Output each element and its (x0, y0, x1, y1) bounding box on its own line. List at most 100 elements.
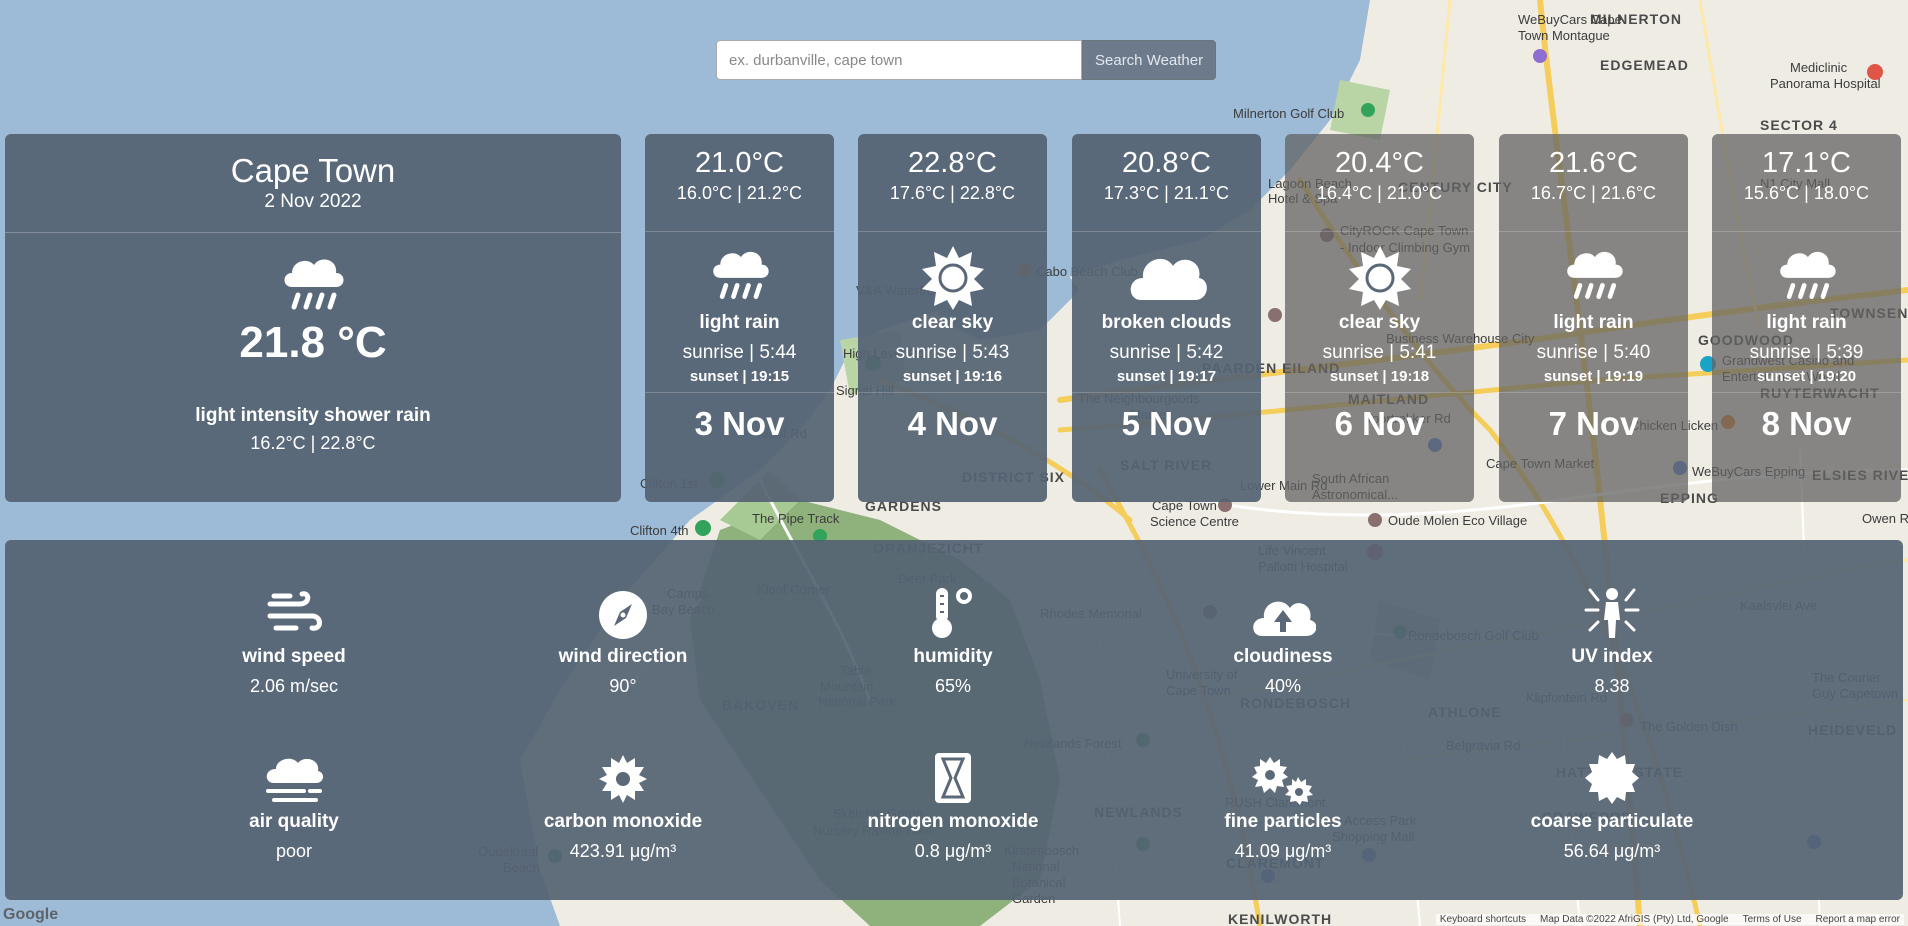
terms-of-use-link[interactable]: Terms of Use (1743, 914, 1802, 925)
stat-value: 56.64 μg/m³ (1563, 841, 1661, 861)
google-logo: Google (3, 906, 59, 923)
svg-text:The Pipe Track: The Pipe Track (752, 511, 840, 526)
svg-text:WeBuyCars Cape: WeBuyCars Cape (1518, 12, 1622, 27)
stat-value: 41.09 μg/m³ (1234, 841, 1332, 861)
forecast-temp: 20.4°C (1335, 147, 1424, 179)
stat-value: 40% (1264, 676, 1302, 696)
rain-cloud-icon (5, 251, 621, 317)
forecast-description: clear sky (1338, 312, 1421, 333)
svg-text:SECTOR 4: SECTOR 4 (1760, 117, 1838, 133)
report-map-error-link[interactable]: Report a map error (1816, 914, 1900, 925)
current-header: Cape Town 2 Nov 2022 (5, 134, 621, 233)
rain-cloud-icon (1499, 244, 1688, 306)
city-name: Cape Town (230, 152, 396, 189)
stat-value: 423.91 μg/m³ (569, 841, 677, 861)
forecast-day: 7 Nov (1548, 405, 1639, 442)
sun-icon (858, 244, 1047, 310)
forecast-description: light rain (1766, 312, 1847, 333)
current-temp-range: 16.2°C | 22.8°C (250, 433, 376, 453)
stat-label: cloudiness (1233, 646, 1333, 667)
svg-text:Clifton 4th: Clifton 4th (630, 523, 689, 538)
forecast-sunset: sunset | 19:20 (1712, 366, 1901, 393)
forecast-description: broken clouds (1101, 312, 1232, 333)
stat-uv-index: UV index 8.38 (1492, 582, 1732, 697)
stat-label: wind direction (558, 646, 688, 667)
gears-icon (1163, 747, 1403, 805)
forecast-range: 15.6°C | 18.0°C (1712, 180, 1901, 232)
stat-value: 0.8 μg/m³ (914, 841, 992, 861)
forecast-temp: 17.1°C (1762, 147, 1851, 179)
stat-label: fine particles (1224, 811, 1342, 832)
hourglass-icon (833, 747, 1073, 805)
forecast-sunrise: sunrise | 5:43 (895, 342, 1010, 363)
person-sun-icon (1492, 582, 1732, 640)
svg-text:Science Centre: Science Centre (1150, 514, 1239, 529)
svg-text:EDGEMEAD: EDGEMEAD (1600, 57, 1689, 73)
forecast-card: 20.4°C 16.4°C | 21.0°C clear sky sunrise | … (1285, 134, 1474, 502)
haze-cloud-icon (174, 747, 414, 805)
rain-cloud-icon (645, 244, 834, 306)
svg-text:Town Montague: Town Montague (1518, 28, 1610, 43)
sun-icon (1285, 244, 1474, 310)
forecast-day: 5 Nov (1121, 405, 1212, 442)
stat-label: wind speed (242, 646, 346, 667)
stat-label: air quality (249, 811, 339, 832)
forecast-card: 21.6°C 16.7°C | 21.6°C light rain sunrise |… (1499, 134, 1688, 502)
map-attribution: Keyboard shortcuts Map Data ©2022 AfriGI… (1435, 914, 1904, 925)
svg-text:Panorama Hospital: Panorama Hospital (1770, 76, 1881, 91)
stat-wind-speed: wind speed 2.06 m/sec (174, 582, 414, 697)
stat-label: nitrogen monoxide (867, 811, 1039, 832)
forecast-sunrise: sunrise | 5:40 (1536, 342, 1651, 363)
stat-value: 8.38 (1594, 676, 1630, 696)
forecast-temp: 20.8°C (1122, 147, 1211, 179)
current-date: 2 Nov 2022 (264, 191, 362, 212)
svg-text:KENILWORTH: KENILWORTH (1228, 911, 1332, 926)
current-temperature: 21.8 °C (239, 318, 387, 367)
stat-air-quality: air quality poor (174, 747, 414, 862)
forecast-sunset: sunset | 19:18 (1285, 366, 1474, 393)
forecast-range: 17.3°C | 21.1°C (1072, 180, 1261, 232)
forecast-temp: 21.0°C (695, 147, 784, 179)
wind-icon (174, 582, 414, 640)
forecast-sunrise: sunrise | 5:39 (1749, 342, 1864, 363)
weather-details-panel: wind speed 2.06 m/sec wind direction 90° hum… (5, 540, 1903, 900)
forecast-range: 16.7°C | 21.6°C (1499, 180, 1688, 232)
forecast-sunrise: sunrise | 5:44 (682, 342, 797, 363)
stat-nitrogen-monoxide: nitrogen monoxide 0.8 μg/m³ (833, 747, 1073, 862)
svg-text:Milnerton Golf Club: Milnerton Golf Club (1233, 106, 1344, 121)
stat-label: coarse particulate (1530, 811, 1694, 832)
forecast-day: 4 Nov (907, 405, 998, 442)
gear-icon (503, 747, 743, 805)
search-input[interactable] (716, 40, 1082, 80)
svg-text:Oude Molen Eco Village: Oude Molen Eco Village (1388, 513, 1527, 528)
forecast-sunset: sunset | 19:19 (1499, 366, 1688, 393)
forecast-day: 3 Nov (694, 405, 785, 442)
forecast-sunrise: sunrise | 5:41 (1322, 342, 1437, 363)
keyboard-shortcuts-link[interactable]: Keyboard shortcuts (1440, 914, 1526, 925)
stat-humidity: humidity 65% (833, 582, 1073, 697)
forecast-description: clear sky (911, 312, 994, 333)
stat-wind-direction: wind direction 90° (503, 582, 743, 697)
svg-text:Mediclinic: Mediclinic (1790, 60, 1848, 75)
badge-icon (1492, 747, 1732, 805)
forecast-description: light rain (699, 312, 780, 333)
search-weather-button[interactable]: Search Weather (1082, 40, 1217, 80)
stat-carbon-monoxide: carbon monoxide 423.91 μg/m³ (503, 747, 743, 862)
rain-cloud-icon (1712, 244, 1901, 306)
map-data-credit: Map Data ©2022 AfriGIS (Pty) Ltd, Google (1540, 914, 1729, 925)
forecast-sunset: sunset | 19:15 (645, 366, 834, 393)
svg-text:Owen Rd: Owen Rd (1862, 511, 1908, 526)
forecast-day: 6 Nov (1334, 405, 1425, 442)
forecast-temp: 21.6°C (1549, 147, 1638, 179)
stat-fine-particles: fine particles 41.09 μg/m³ (1163, 747, 1403, 862)
forecast-day: 8 Nov (1761, 405, 1852, 442)
stat-value: 2.06 m/sec (249, 676, 339, 696)
stat-value: poor (275, 841, 313, 861)
stat-value: 90° (609, 676, 637, 696)
stat-label: humidity (913, 646, 993, 667)
forecast-sunset: sunset | 19:17 (1072, 366, 1261, 393)
stat-label: carbon monoxide (543, 811, 703, 832)
cloud-icon (1072, 244, 1261, 306)
current-weather-card: Cape Town 2 Nov 2022 21.8 °C light inten… (5, 134, 621, 502)
forecast-card: 20.8°C 17.3°C | 21.1°C broken clouds sunris… (1072, 134, 1261, 502)
